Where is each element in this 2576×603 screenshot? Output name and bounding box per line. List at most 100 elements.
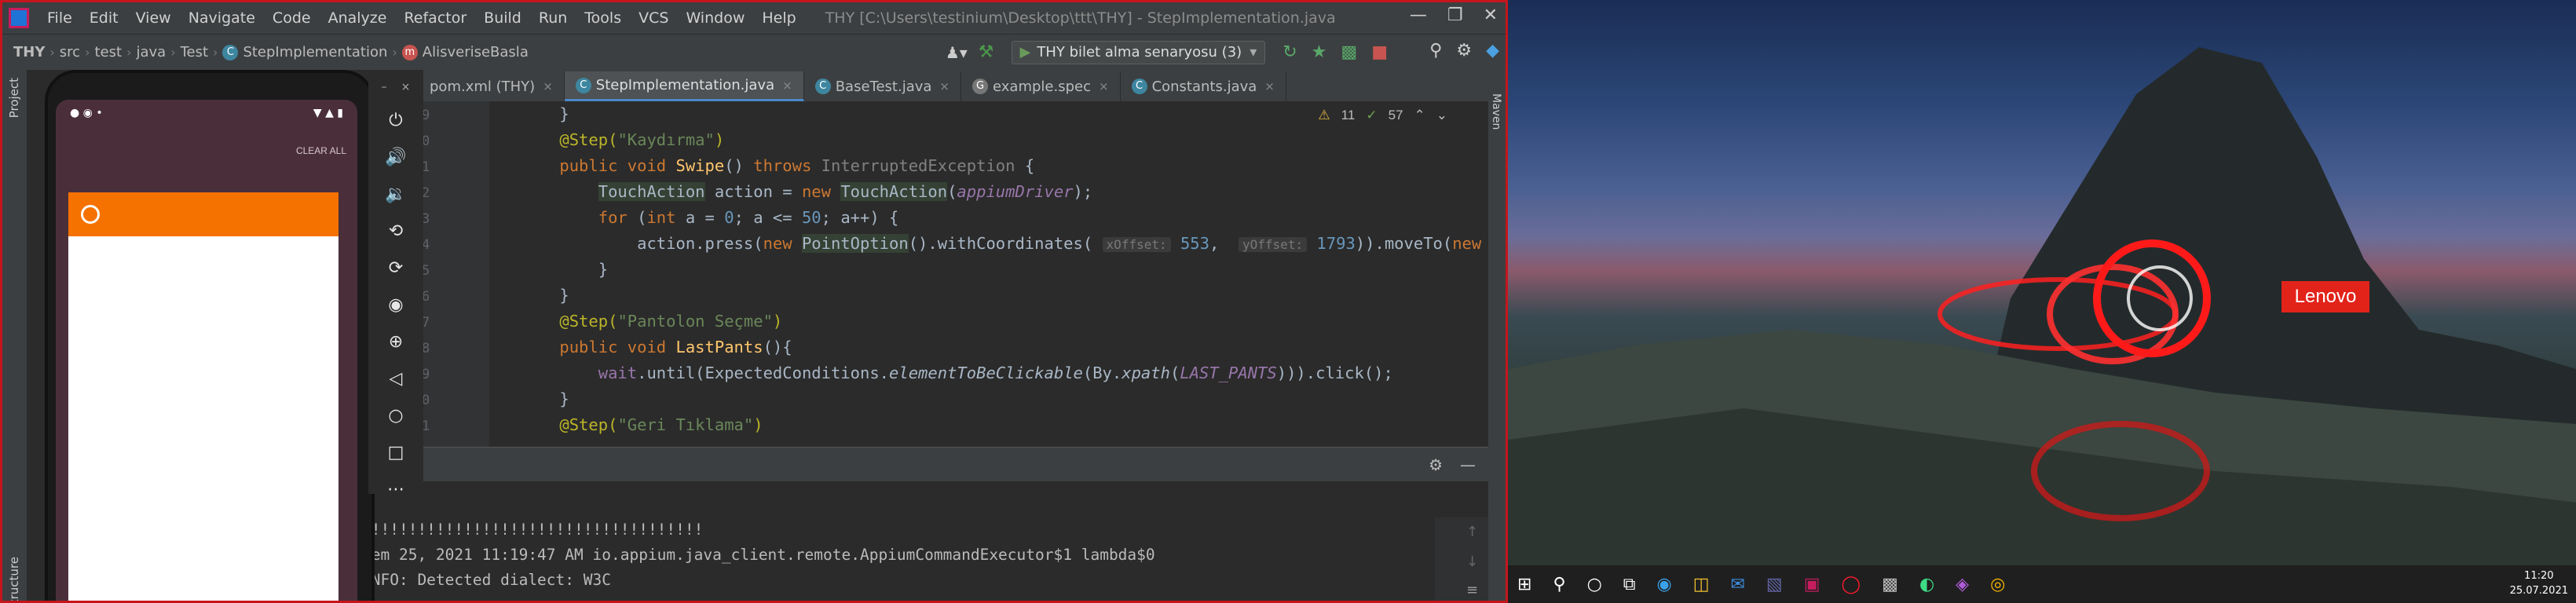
menu-view[interactable]: View [127,9,180,27]
breadcrumb-method[interactable]: m AlisveriseBasla [397,44,533,60]
restore-icon[interactable]: ❐ [1447,5,1463,25]
arrow-up-icon[interactable]: ↑ [1466,524,1478,540]
close-icon[interactable]: ✕ [1484,5,1498,25]
more-icon[interactable]: ⋯ [387,480,404,499]
menu-tools[interactable]: Tools [576,9,630,27]
gear-icon[interactable]: ⚙ [1456,41,1472,60]
opera-icon[interactable]: ◯ [1842,575,1861,594]
close-icon[interactable]: × [543,79,553,93]
cortana-icon[interactable]: ○ [1587,575,1602,594]
overview-icon[interactable]: □ [388,443,404,462]
code-line: public void Swipe() throws InterruptedEx… [559,156,1035,175]
emulator-screen[interactable]: ● ◉ • ▼ ▲ ▮ CLEAR ALL [56,100,357,601]
inspection-widget[interactable]: ⚠ 11 ✓ 57 ⌃ ⌄ [1318,108,1447,123]
line-number: 6 [422,289,430,305]
chrome-icon[interactable]: ◎ [1990,575,2005,594]
task-view-icon[interactable]: ⧉ [1623,575,1636,594]
close-icon[interactable]: × [1099,79,1109,93]
code-editor[interactable]: 9 0 1 2 3 4 5 6 7 8 9 0 1 ⚠ 11 ✓ 57 ⌃ ⌄ } [419,101,1506,447]
volume-down-icon[interactable]: 🔉 [385,185,406,204]
user-icon[interactable]: ♟▾ [946,43,968,62]
gear-icon[interactable]: ⚙ [1429,455,1443,474]
zoom-icon[interactable]: ⊕ [389,332,403,352]
rerun-icon[interactable]: ↻ [1283,42,1297,62]
terminal-icon[interactable]: ▩ [1882,575,1898,594]
clear-all-button[interactable]: CLEAR ALL [296,145,346,156]
menu-analyze[interactable]: Analyze [320,9,396,27]
menu-run[interactable]: Run [530,9,576,27]
line-number: 5 [422,263,430,279]
breadcrumb-project[interactable]: THY [2,44,49,60]
search-icon[interactable]: ⚲ [1553,575,1565,594]
system-clock[interactable]: 11:20 25.07.2021 [2510,568,2568,598]
power-icon[interactable]: ⏻ [389,111,402,130]
menu-code[interactable]: Code [264,9,320,27]
intellij-icon[interactable]: ▣ [1804,575,1820,594]
console-line: Tem 25, 2021 11:19:47 AM io.appium.java_… [362,546,1155,564]
menu-help[interactable]: Help [753,9,804,27]
structure-tool-tab[interactable]: Structure [7,557,21,601]
jetbrains-icon[interactable]: ◆ [1486,41,1499,60]
minimize-icon[interactable]: — [1410,5,1427,25]
search-icon[interactable]: ⚲ [1429,41,1442,60]
stop-icon[interactable]: ■ [1371,42,1388,62]
parameter-hint: xOffset: [1102,237,1171,252]
debug-icon[interactable]: ★ [1312,42,1327,62]
chevron-up-icon[interactable]: ⌃ [1414,108,1425,123]
mail-icon[interactable]: ✉ [1730,575,1744,594]
soft-wrap-icon[interactable]: ≡ [1466,582,1478,598]
android-studio-icon[interactable]: ◐ [1919,575,1934,594]
breadcrumb-package[interactable]: Test [176,44,213,60]
menu-edit[interactable]: Edit [81,9,127,27]
tab-example-spec[interactable]: Gexample.spec × [961,71,1121,101]
breadcrumb-src[interactable]: src [55,44,85,60]
camera-icon[interactable]: ◉ [388,295,403,315]
line-number: 4 [422,237,430,253]
breadcrumb-java[interactable]: java [131,44,170,60]
clock-time: 11:20 [2524,570,2554,582]
menu-build[interactable]: Build [475,9,530,27]
menu-vcs[interactable]: VCS [630,9,677,27]
run-console[interactable]: !!!!!!!!!!!!!!!!!!!!!!!!!!!!!!!!!!!!! Te… [362,517,1488,601]
edge-icon[interactable]: ◉ [1656,575,1671,594]
coverage-icon[interactable]: ▩ [1341,42,1357,62]
close-icon[interactable]: × [939,79,950,93]
close-icon[interactable]: × [401,81,411,93]
code-line: for (int a = 0; a <= 50; a++) { [598,208,899,227]
check-icon: ✓ [1366,108,1378,122]
build-hammer-icon[interactable]: ⚒ [979,42,994,62]
recent-app-header[interactable] [68,192,338,236]
windows-start-icon[interactable]: ⊞ [1517,575,1531,594]
back-icon[interactable]: ◁ [390,369,403,389]
chevron-down-icon[interactable]: ⌄ [1436,108,1447,123]
file-explorer-icon[interactable]: ◫ [1693,575,1710,594]
home-icon[interactable]: ○ [388,406,403,426]
tab-constants[interactable]: C Constants.java × [1121,71,1286,101]
tab-base-test[interactable]: C BaseTest.java × [804,71,961,101]
hide-panel-icon[interactable]: — [1460,455,1476,474]
project-tool-tab[interactable]: Project [7,78,21,118]
tab-pom[interactable]: pom.xml (THY) × [419,71,565,101]
menu-file[interactable]: File [38,9,81,27]
maven-tool-tab[interactable]: Maven [1490,93,1502,130]
emulator-toolbar: – × ⏻ 🔊 🔉 ⟲ ⟳ ◉ ⊕ ◁ ○ □ ⋯ [368,70,423,499]
run-configuration-select[interactable]: ▶ THY bilet alma senaryosu (3) ▾ [1011,40,1266,64]
menu-window[interactable]: Window [677,9,753,27]
close-icon[interactable]: × [782,79,792,93]
breadcrumb-test[interactable]: test [90,44,126,60]
app-icon[interactable]: ◈ [1956,575,1969,594]
rotate-left-icon[interactable]: ⟲ [389,221,403,241]
tab-step-implementation[interactable]: C StepImplementation.java × [564,71,804,101]
intellij-logo-icon [9,8,29,28]
rotate-right-icon[interactable]: ⟳ [389,258,403,278]
arrow-down-icon[interactable]: ↓ [1466,554,1478,570]
breadcrumb-class[interactable]: C StepImplementation [218,44,392,60]
menu-refactor[interactable]: Refactor [395,9,475,27]
close-icon[interactable]: × [1264,79,1275,93]
warning-count: 11 [1341,108,1356,122]
teams-icon[interactable]: ▧ [1766,575,1783,594]
recent-app-card[interactable] [68,236,338,601]
menu-navigate[interactable]: Navigate [180,9,264,27]
volume-up-icon[interactable]: 🔊 [385,148,406,167]
minimize-icon[interactable]: – [382,81,387,93]
